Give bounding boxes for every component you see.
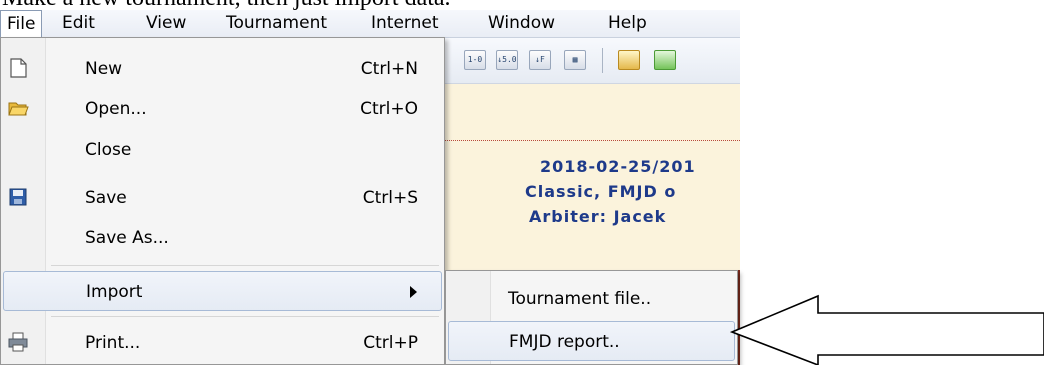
submenu-arrow-icon xyxy=(410,286,417,298)
menu-help[interactable]: Help xyxy=(608,10,647,37)
header-arbiter-line: Arbiter: Jacek xyxy=(529,207,667,226)
menu-item-shortcut: Ctrl+S xyxy=(362,188,418,208)
folder-icon[interactable] xyxy=(618,50,640,70)
menu-item-label: Print... xyxy=(85,333,141,353)
caption-text: Make a new tournament, then just import … xyxy=(2,0,702,10)
menu-item-save-as[interactable]: Save As... xyxy=(3,218,442,258)
open-folder-icon xyxy=(8,102,29,116)
save-disk-icon xyxy=(9,188,27,206)
menu-view[interactable]: View xyxy=(146,10,186,37)
submenu-item-label: Tournament file.. xyxy=(508,289,652,309)
new-file-icon xyxy=(10,58,27,78)
menu-item-label: New xyxy=(85,59,123,79)
submenu-item-label: FMJD report.. xyxy=(509,332,620,352)
menu-internet[interactable]: Internet xyxy=(371,10,439,37)
header-date-line: 2018-02-25/201 xyxy=(540,157,696,176)
menu-separator xyxy=(51,316,439,317)
menu-tournament[interactable]: Tournament xyxy=(226,10,327,37)
menu-item-label: Close xyxy=(85,140,132,160)
menu-item-import[interactable]: Import xyxy=(3,271,442,311)
menu-bar: File Edit View Tournament Internet Windo… xyxy=(0,10,740,38)
import-submenu: Tournament file.. FMJD report.. xyxy=(445,270,738,365)
tournament-header-panel: 2018-02-25/201 Classic, FMJD o Arbiter: … xyxy=(440,84,740,270)
submenu-item-tournament-file[interactable]: Tournament file.. xyxy=(448,279,735,319)
menu-edit[interactable]: Edit xyxy=(62,10,95,37)
header-type-line: Classic, FMJD o xyxy=(525,182,677,201)
menu-item-shortcut: Ctrl+O xyxy=(360,99,418,119)
menu-item-print[interactable]: Print... Ctrl+P xyxy=(3,323,442,363)
refresh-icon[interactable] xyxy=(654,50,676,70)
menu-item-label: Import xyxy=(86,282,143,302)
toolbar-separator xyxy=(602,48,603,73)
menu-item-shortcut: Ctrl+N xyxy=(360,59,418,79)
menu-item-open[interactable]: Open... Ctrl+O xyxy=(3,89,442,129)
sort-score-icon[interactable]: ↓5.0 xyxy=(496,50,518,70)
menu-item-save[interactable]: Save Ctrl+S xyxy=(3,178,442,218)
toolbar: 1-0 ↓5.0 ↓F ▦ xyxy=(440,38,740,84)
submenu-item-fmjd-report[interactable]: FMJD report.. xyxy=(448,321,735,361)
menu-separator xyxy=(51,265,439,266)
menu-file[interactable]: File xyxy=(0,10,43,37)
menu-item-new[interactable]: New Ctrl+N xyxy=(3,49,442,89)
sort-icon[interactable]: 1-0 xyxy=(464,50,486,70)
menu-window[interactable]: Window xyxy=(488,10,555,37)
menu-item-close[interactable]: Close xyxy=(3,130,442,170)
printer-icon xyxy=(8,332,28,352)
file-menu: New Ctrl+N Open... Ctrl+O Close Save Ctr… xyxy=(0,37,445,365)
menu-item-label: Save xyxy=(85,188,127,208)
table-icon[interactable]: ▦ xyxy=(564,50,586,70)
menu-item-shortcut: Ctrl+P xyxy=(363,333,418,353)
dotted-divider xyxy=(440,140,740,141)
pointer-arrow-icon xyxy=(730,294,1044,365)
menu-item-label: Open... xyxy=(85,99,147,119)
menu-item-label: Save As... xyxy=(85,228,169,248)
sort-f-icon[interactable]: ↓F xyxy=(529,50,551,70)
